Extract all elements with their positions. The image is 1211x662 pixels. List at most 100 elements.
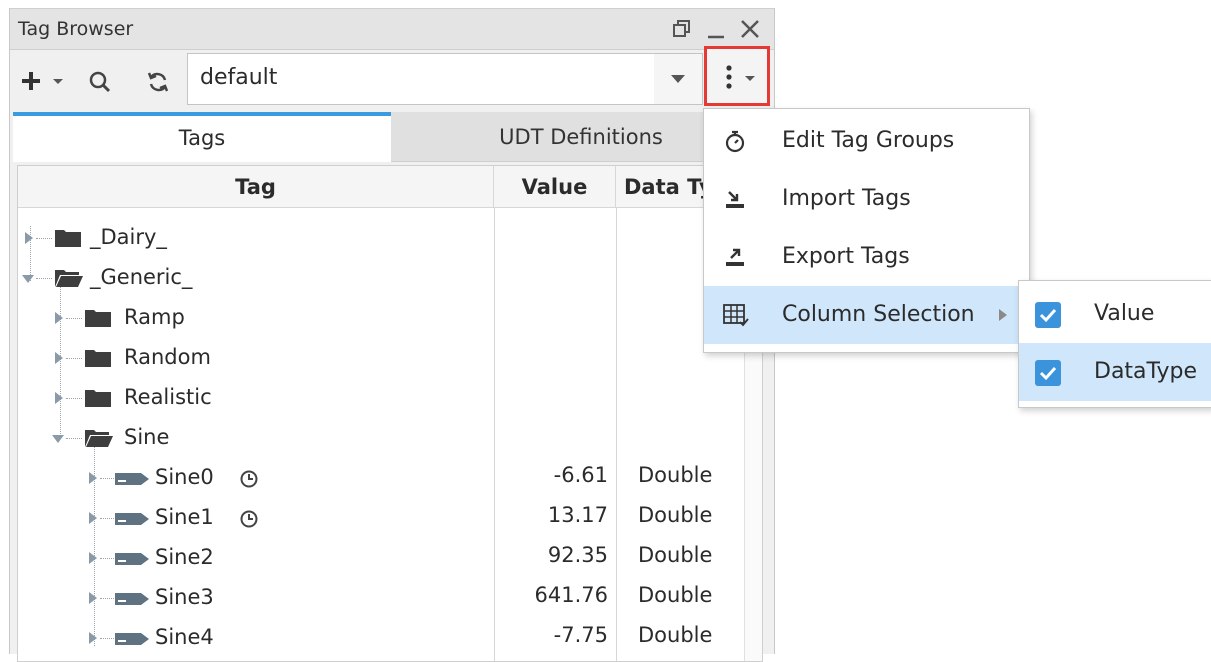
folder-icon [85,350,111,367]
tag-datatype: Double [638,583,713,607]
tree-row-tag[interactable]: Sine1 13.17 Double [18,498,738,538]
tree-row-ramp[interactable]: Ramp [18,298,738,338]
tree-guide [66,358,82,359]
title-bar: Tag Browser [10,8,774,50]
minimize-icon[interactable] [702,15,730,43]
add-dropdown-chevron-icon[interactable] [52,78,64,86]
expand-arrow-icon[interactable] [24,231,34,245]
opc-tag-icon [115,473,149,485]
provider-dropdown-button[interactable] [654,54,702,104]
tree-guide [36,238,52,239]
tag-datatype: Double [638,623,713,647]
tree-row-tag[interactable]: Sine0 -6.61 Double [18,458,738,498]
tag-value: 13.17 [547,503,608,527]
open-folder-icon [85,430,113,447]
menu-item-label: Import Tags [782,186,911,211]
opc-tag-icon [115,513,149,525]
tag-provider-select[interactable]: default [187,53,703,105]
tree-row-random[interactable]: Random [18,338,738,378]
tag-datatype: Double [638,503,713,527]
tree-row-tag[interactable]: Sine2 92.35 Double [18,538,738,578]
expand-arrow-icon[interactable] [88,551,98,565]
export-icon [726,248,744,266]
tag-value: 641.76 [534,583,608,607]
menu-item-column-selection[interactable]: Column Selection [704,286,1029,344]
tree-label: Sine [124,425,170,449]
tree-row-generic[interactable]: _Generic_ [18,258,738,298]
chevron-down-icon [671,75,685,83]
options-menu: Edit Tag Groups Import Tags Export Tags … [703,108,1030,353]
search-icon[interactable] [88,70,112,94]
tree-row-dairy[interactable]: _Dairy_ [18,218,738,258]
opc-tag-icon [115,633,149,645]
tag-value: -7.75 [553,623,608,647]
tag-name: Sine3 [155,585,214,609]
folder-icon [55,230,81,247]
tree-label: _Dairy_ [90,225,167,249]
tree-guide [100,518,114,519]
stopwatch-icon [725,130,745,153]
expand-arrow-icon[interactable] [88,511,98,525]
tag-browser-panel: Tag Browser default Tags UDT Definitions… [9,8,775,662]
tag-name: Sine1 [155,505,214,529]
expand-arrow-icon[interactable] [54,311,64,325]
value-checkbox[interactable] [1035,302,1061,328]
collapse-arrow-icon[interactable] [51,434,65,444]
checkmark-icon [1039,366,1057,381]
add-icon[interactable] [20,70,42,92]
menu-item-label: Column Selection [782,302,975,327]
refresh-icon[interactable] [146,70,170,94]
tree-row-sine[interactable]: Sine [18,418,738,458]
column-option-datatype[interactable]: DataType [1019,343,1211,401]
tree-row-tag[interactable]: Sine3 641.76 Double [18,578,738,618]
tree-guide [100,478,114,479]
tree-guide [100,598,114,599]
tree-label: Realistic [124,385,212,409]
column-header-value[interactable]: Value [494,166,616,208]
float-window-icon[interactable] [668,15,696,43]
close-icon[interactable] [736,15,764,43]
tree-guide [66,398,82,399]
menu-item-label: Edit Tag Groups [782,128,955,153]
expand-arrow-icon[interactable] [54,391,64,405]
open-folder-icon [55,270,83,287]
datatype-checkbox[interactable] [1035,360,1061,386]
column-option-value[interactable]: Value [1019,285,1211,343]
window-title: Tag Browser [18,18,134,40]
folder-icon [85,390,111,407]
expand-arrow-icon[interactable] [88,471,98,485]
tag-value: 92.35 [547,543,608,567]
table-columns-icon [723,304,749,327]
import-icon [726,191,744,208]
tab-tags[interactable]: Tags [13,112,391,162]
clock-icon [240,510,258,528]
tag-datatype: Double [638,463,713,487]
tree-row-realistic[interactable]: Realistic [18,378,738,418]
menu-item-label: Export Tags [782,244,910,269]
column-option-label: DataType [1094,359,1198,384]
checkmark-icon [1039,308,1057,323]
menu-item-import-tags[interactable]: Import Tags [704,170,1029,228]
clock-icon [240,470,258,488]
tree-guide [36,278,52,279]
column-selection-submenu: Value DataType [1018,280,1211,408]
column-header-tag[interactable]: Tag [18,166,494,208]
expand-arrow-icon[interactable] [88,591,98,605]
opc-tag-icon [115,553,149,565]
expand-arrow-icon[interactable] [54,351,64,365]
expand-arrow-icon[interactable] [88,631,98,645]
tree-guide [66,438,82,439]
tree-guide [66,318,82,319]
tree-label: Random [124,345,211,369]
toolbar: default [10,46,774,112]
menu-item-edit-tag-groups[interactable]: Edit Tag Groups [704,112,1029,170]
tag-value: -6.61 [553,463,608,487]
folder-icon [85,310,111,327]
tree-label: Ramp [124,305,185,329]
tree-label: _Generic_ [90,265,193,289]
tab-bar: Tags UDT Definitions [13,112,771,162]
tree-row-tag[interactable]: Sine4 -7.75 Double [18,618,738,658]
collapse-arrow-icon[interactable] [21,274,35,284]
more-options-button[interactable] [704,46,770,106]
menu-item-export-tags[interactable]: Export Tags [704,228,1029,286]
